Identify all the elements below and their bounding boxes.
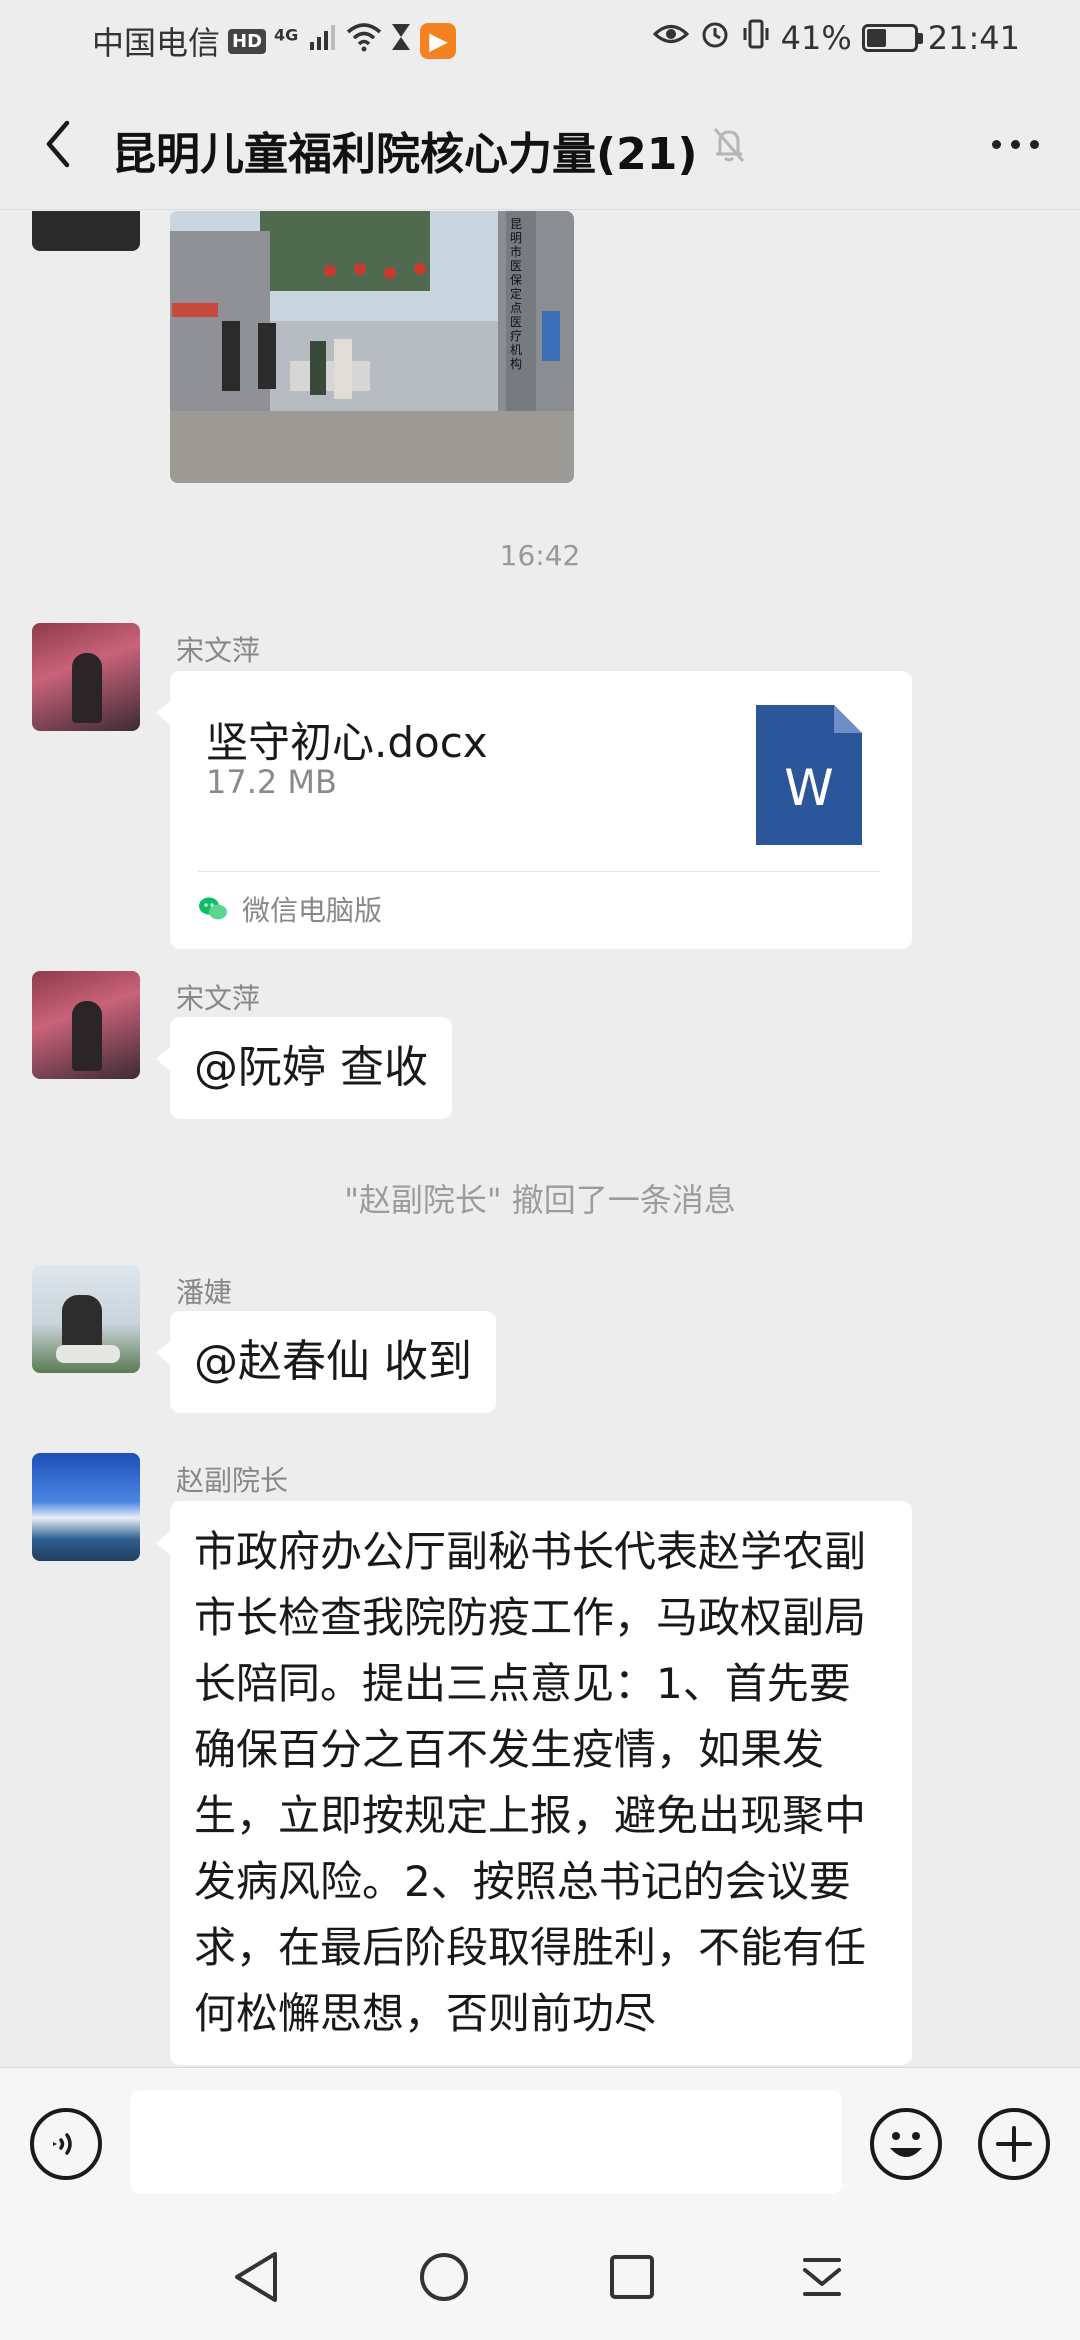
message-timestamp: 16:42 xyxy=(499,539,581,572)
avatar[interactable] xyxy=(32,1453,140,1561)
recall-notice: "赵副院长" 撤回了一条消息 xyxy=(344,1181,736,1219)
chat-header: 昆明儿童福利院核心力量(21) xyxy=(0,80,1080,210)
eye-icon xyxy=(652,19,689,57)
carrier-label: 中国电信 xyxy=(92,24,221,62)
sender-name: 宋文萍 xyxy=(176,634,261,667)
emoji-button[interactable] xyxy=(870,2108,942,2180)
more-options-button[interactable] xyxy=(980,116,1050,172)
sender-name: 潘婕 xyxy=(176,1276,233,1309)
file-source-label: 微信电脑版 xyxy=(242,894,383,927)
voice-icon xyxy=(53,2133,72,2155)
pull-down-icon xyxy=(803,2258,841,2296)
chat-title: 昆明儿童福利院核心力量(21) xyxy=(112,129,698,180)
plus-icon xyxy=(996,2126,1032,2162)
file-name: 坚守初心.docx xyxy=(206,718,488,767)
file-message[interactable]: 坚守初心.docx 17.2 MB W 微信电脑版 xyxy=(156,671,912,949)
text-message[interactable]: 市政府办公厅副秘书长代表赵学农副市长检查我院防疫工作，马政权副局长陪同。提出三点… xyxy=(156,1501,912,2065)
avatar[interactable] xyxy=(32,211,140,251)
circle-home-icon xyxy=(420,2253,468,2301)
hourglass-icon xyxy=(390,22,412,60)
alarm-icon xyxy=(699,18,731,58)
word-document-icon: W xyxy=(756,705,862,845)
photo-sign-text: 昆明市医保定点医疗机构 xyxy=(510,217,523,371)
signal-icon: 4G xyxy=(274,22,338,60)
back-button[interactable] xyxy=(28,114,88,174)
app-notification-icon: ▶ xyxy=(420,23,457,59)
nav-recents-button[interactable] xyxy=(600,2245,664,2309)
text-message[interactable]: @阮婷 查收 xyxy=(156,1017,452,1119)
wechat-icon xyxy=(199,897,227,920)
nav-home-button[interactable] xyxy=(412,2245,476,2309)
word-badge: W xyxy=(784,759,834,817)
message-list[interactable]: 昆明市医保定点医疗机构 16:42 宋文萍 坚守初心.docx 17.2 MB … xyxy=(0,211,1080,2067)
battery-percent: 41% xyxy=(780,19,852,57)
triangle-back-icon xyxy=(235,2252,277,2302)
text-message[interactable]: @赵春仙 收到 xyxy=(156,1311,496,1413)
more-actions-button[interactable] xyxy=(978,2108,1050,2180)
sender-name: 赵副院长 xyxy=(176,1464,289,1497)
avatar[interactable] xyxy=(32,971,140,1079)
file-source: 微信电脑版 xyxy=(198,889,382,929)
nav-notifications-button[interactable] xyxy=(790,2245,854,2309)
hd-badge: HD xyxy=(228,28,267,54)
message-input[interactable] xyxy=(130,2090,842,2194)
square-recents-icon xyxy=(610,2255,654,2299)
wifi-icon xyxy=(346,22,382,60)
file-size: 17.2 MB xyxy=(206,763,337,801)
sender-name: 宋文萍 xyxy=(176,982,261,1015)
battery-icon xyxy=(861,24,923,52)
bell-muted-icon xyxy=(712,126,746,168)
photo-message[interactable]: 昆明市医保定点医疗机构 xyxy=(170,211,574,483)
avatar[interactable] xyxy=(32,623,140,731)
status-right: 41% 21:41 xyxy=(652,18,1020,58)
voice-input-button[interactable] xyxy=(30,2108,102,2180)
chevron-left-icon xyxy=(46,120,70,168)
divider xyxy=(198,871,880,872)
clock: 21:41 xyxy=(927,19,1020,57)
system-nav-bar xyxy=(0,2207,1080,2340)
network-type: 4G xyxy=(274,25,299,45)
vibrate-icon xyxy=(741,18,771,58)
status-bar: 中国电信 HD 4G ▶ 41% 21:41 xyxy=(0,0,1080,80)
nav-back-button[interactable] xyxy=(224,2245,288,2309)
input-bar xyxy=(0,2067,1080,2207)
smiley-icon xyxy=(890,2132,922,2157)
avatar[interactable] xyxy=(32,1265,140,1373)
status-left: 中国电信 HD 4G ▶ xyxy=(92,18,457,64)
